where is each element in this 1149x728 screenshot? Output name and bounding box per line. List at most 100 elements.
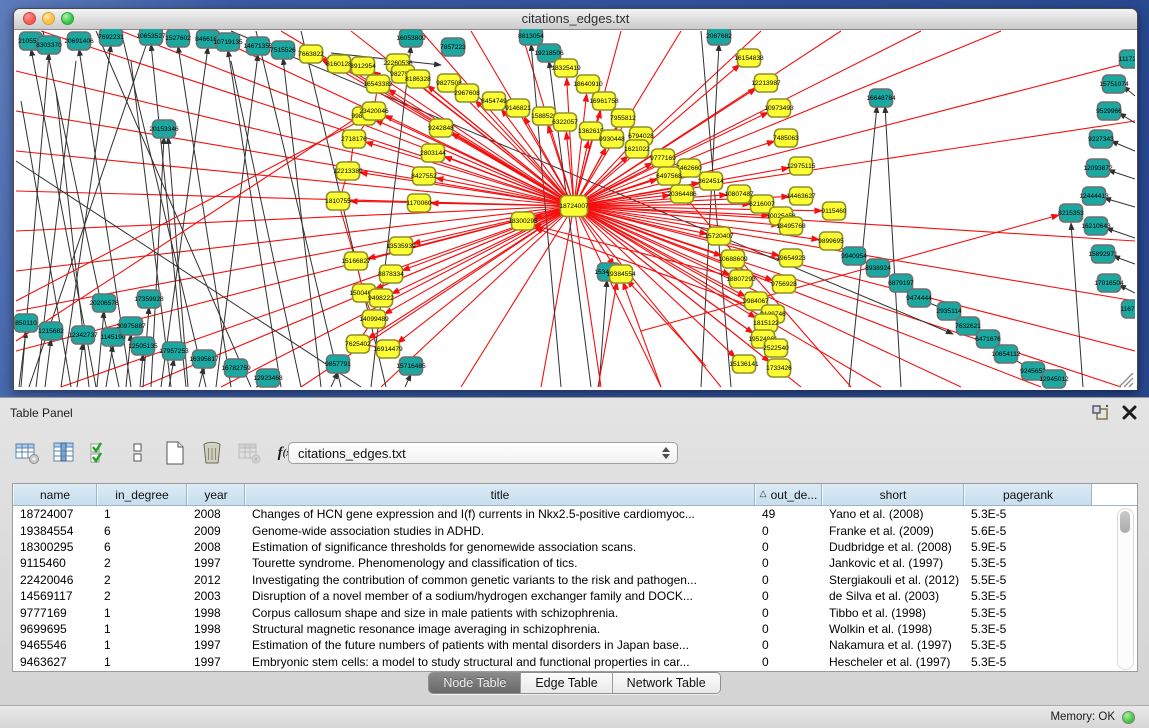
graph-node[interactable]: 16395817 <box>189 350 219 368</box>
table-row[interactable]: 1456911722003Disruption of a novel membe… <box>13 588 1137 604</box>
graph-node[interactable]: 7625402 <box>345 335 371 353</box>
graph-node[interactable]: 16648784 <box>866 89 896 107</box>
graph-node[interactable]: 8215353 <box>1058 204 1084 222</box>
graph-node[interactable]: 3624514 <box>698 172 724 190</box>
graph-node[interactable]: 18495768 <box>776 217 806 235</box>
graph-node[interactable]: 9242848 <box>428 119 454 137</box>
graph-node[interactable]: 12213987 <box>751 74 781 92</box>
graph-node[interactable]: 12093872 <box>1083 159 1113 177</box>
graph-node[interactable]: 16961758 <box>589 92 619 110</box>
graph-node[interactable]: 9115460 <box>821 202 847 220</box>
graph-node[interactable]: 18807293 <box>726 270 756 288</box>
graph-node[interactable]: 16914479 <box>373 340 403 358</box>
graph-node[interactable]: 7692231 <box>98 29 124 46</box>
delete-table-button[interactable] <box>199 440 225 466</box>
table-row[interactable]: 1872400712008Changes of HCN gene express… <box>13 506 1137 522</box>
graph-node[interactable]: 18640910 <box>573 75 603 93</box>
table-vertical-scrollbar[interactable] <box>1117 508 1134 670</box>
graph-node[interactable]: 10688609 <box>718 250 748 268</box>
graph-node[interactable]: 6497568 <box>656 167 682 185</box>
graph-node[interactable]: 23420046 <box>359 102 389 120</box>
close-panel-icon[interactable] <box>1122 405 1137 420</box>
scrollbar-thumb[interactable] <box>1120 511 1130 533</box>
graph-node[interactable]: 19384554 <box>606 265 636 283</box>
column-header-title[interactable]: title <box>245 484 755 505</box>
graph-node[interactable]: 18300295 <box>508 212 538 230</box>
graph-node[interactable]: 1527602 <box>165 29 191 47</box>
graph-node[interactable]: 15716485 <box>396 357 426 375</box>
graph-node[interactable]: 20691406 <box>64 32 94 50</box>
column-header-name[interactable]: name <box>13 484 97 505</box>
graph-node[interactable]: 12975115 <box>787 157 816 175</box>
tab-edge-table[interactable]: Edge Table <box>521 673 612 693</box>
graph-node[interactable]: 9940954 <box>841 247 867 265</box>
graph-node[interactable]: 9146821 <box>505 99 531 117</box>
graph-node[interactable]: 15751074 <box>1099 75 1129 93</box>
graph-node[interactable]: 8427552 <box>411 167 437 185</box>
graph-node[interactable]: 7955812 <box>610 109 636 127</box>
graph-node[interactable]: 13535939 <box>386 237 416 255</box>
graph-node[interactable]: 14671355 <box>243 37 273 55</box>
column-select-button[interactable] <box>51 440 77 466</box>
table-row[interactable]: 1830029562008Estimation of significance … <box>13 539 1137 555</box>
table-row[interactable]: 911546021997Tourette syndrome. Phenomeno… <box>13 555 1137 571</box>
network-window-titlebar[interactable]: citations_edges.txt <box>14 9 1137 30</box>
graph-node[interactable]: 18724007 <box>559 196 589 217</box>
graph-node[interactable]: 9756928 <box>771 275 797 293</box>
table-row[interactable]: 977716911998Corpus callosum shape and si… <box>13 604 1137 620</box>
graph-node[interactable]: 20206576 <box>89 294 119 312</box>
graph-node[interactable]: 1170060 <box>406 194 432 212</box>
graph-node[interactable]: 12444413 <box>1079 187 1109 205</box>
column-header-short[interactable]: short <box>822 484 964 505</box>
row-height-button[interactable] <box>125 440 151 466</box>
graph-node[interactable]: 8454749 <box>481 92 507 110</box>
column-header-year[interactable]: year <box>187 484 245 505</box>
graph-node[interactable]: 17016504 <box>1094 274 1124 292</box>
tab-network-table[interactable]: Network Table <box>613 673 720 693</box>
graph-node[interactable]: 8813054 <box>518 29 544 45</box>
table-row[interactable]: 946554611997Estimation of the future num… <box>13 637 1137 653</box>
graph-node[interactable]: 1117204 <box>1119 50 1135 68</box>
graph-node[interactable]: 2087682 <box>706 29 732 45</box>
graph-node[interactable]: 14463627 <box>786 187 816 205</box>
table-mode-button[interactable] <box>14 440 40 466</box>
table-select-dropdown[interactable]: citations_edges.txt <box>288 442 678 464</box>
graph-node[interactable]: 12213389 <box>333 162 363 180</box>
graph-node[interactable]: 7485063 <box>773 129 799 147</box>
select-all-check-button[interactable] <box>88 440 114 466</box>
graph-node[interactable]: 8186328 <box>405 70 431 88</box>
graph-node[interactable]: 9498222 <box>368 289 394 307</box>
graph-node[interactable]: 17957253 <box>159 342 189 360</box>
graph-node[interactable]: 15166827 <box>341 252 371 270</box>
graph-node[interactable]: 6322057 <box>552 113 578 131</box>
graph-node[interactable]: 18325419 <box>551 59 581 77</box>
graph-node[interactable]: 20364486 <box>667 185 697 203</box>
table-row[interactable]: 1938455462009Genome-wide association stu… <box>13 522 1137 538</box>
graph-node[interactable]: 16053809 <box>396 29 426 47</box>
table-row[interactable]: 969969511998Structural magnetic resonanc… <box>13 621 1137 637</box>
graph-node[interactable]: 9777169 <box>650 149 676 167</box>
graph-node[interactable]: 9227343 <box>1088 130 1114 148</box>
tab-node-table[interactable]: Node Table <box>429 673 521 693</box>
graph-node[interactable]: 16210643 <box>1081 217 1111 235</box>
graph-node[interactable]: 14099489 <box>359 310 389 328</box>
graph-node[interactable]: 12505135 <box>128 337 158 355</box>
graph-node[interactable]: 15720407 <box>704 227 734 245</box>
graph-node[interactable]: 7663822 <box>298 45 324 63</box>
graph-node[interactable]: 850110 <box>15 314 38 332</box>
column-header-in_degree[interactable]: in_degree <box>97 484 187 505</box>
graph-node[interactable]: 9474444 <box>906 289 932 307</box>
table-row[interactable]: 2242004622012Investigating the contribut… <box>13 572 1137 588</box>
graph-node[interactable]: 12923468 <box>253 369 283 387</box>
graph-node[interactable]: 15136141 <box>729 355 759 373</box>
graph-node[interactable]: 16782759 <box>221 359 251 377</box>
graph-node[interactable]: 2522540 <box>763 339 789 357</box>
graph-node[interactable]: 2718176 <box>341 130 367 148</box>
graph-node[interactable]: 9857791 <box>325 355 351 373</box>
graph-node[interactable]: 12945012 <box>1039 370 1069 388</box>
import-table-button[interactable] <box>236 440 262 466</box>
graph-node[interactable]: 1810755 <box>325 192 351 210</box>
graph-node[interactable]: 7515526 <box>270 41 296 59</box>
graph-node[interactable]: 8878334 <box>378 265 404 283</box>
new-table-button[interactable] <box>162 440 188 466</box>
